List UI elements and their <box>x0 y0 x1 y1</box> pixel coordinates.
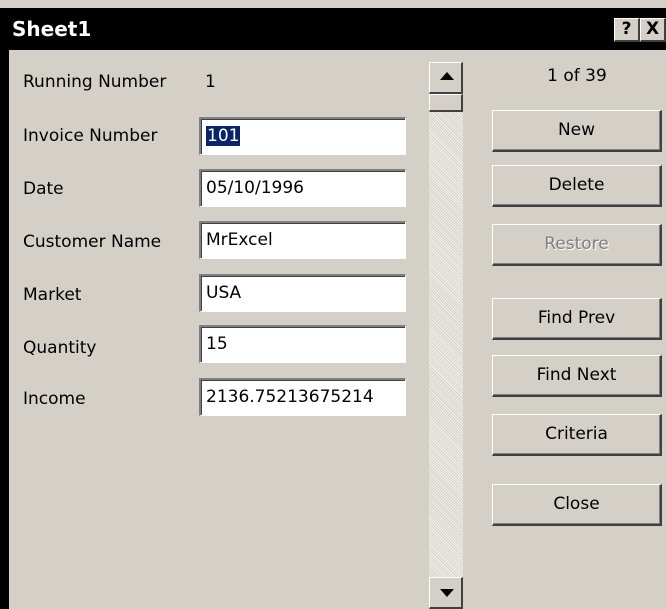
invoice-number-value: 101 <box>206 126 241 146</box>
new-button[interactable]: New <box>492 110 662 152</box>
market-label: Market <box>23 285 82 305</box>
scroll-thumb[interactable] <box>429 94 463 112</box>
invoice-number-field[interactable]: 101 <box>199 117 406 155</box>
data-form-dialog: Sheet1 ? X Running Number 1 Invoice Numb… <box>0 0 666 609</box>
delete-button[interactable]: Delete <box>492 165 662 207</box>
title-bar: Sheet1 ? X <box>0 8 666 50</box>
income-label: Income <box>23 389 86 409</box>
quantity-field[interactable]: 15 <box>199 325 406 363</box>
date-label: Date <box>23 179 64 199</box>
find-prev-button[interactable]: Find Prev <box>492 298 662 340</box>
record-position: 1 of 39 <box>547 66 607 86</box>
restore-button[interactable]: Restore <box>492 224 662 266</box>
help-button[interactable]: ? <box>614 18 640 42</box>
window-title: Sheet1 <box>12 17 92 41</box>
invoice-number-label: Invoice Number <box>23 126 158 146</box>
scroll-down-button[interactable] <box>429 577 463 609</box>
quantity-label: Quantity <box>23 338 97 358</box>
date-field[interactable]: 05/10/1996 <box>199 169 406 207</box>
customer-name-field[interactable]: MrExcel <box>199 221 406 259</box>
window-frame-left <box>0 50 9 609</box>
up-arrow-icon <box>440 72 454 80</box>
scroll-up-button[interactable] <box>429 62 463 94</box>
find-next-button[interactable]: Find Next <box>492 355 662 397</box>
down-arrow-icon <box>440 589 454 597</box>
criteria-button[interactable]: Criteria <box>492 414 662 456</box>
income-field[interactable]: 2136.75213675214 <box>199 378 406 416</box>
close-window-button[interactable]: X <box>640 18 666 42</box>
market-field[interactable]: USA <box>199 274 406 312</box>
customer-name-label: Customer Name <box>23 232 162 252</box>
close-button[interactable]: Close <box>492 484 662 526</box>
record-scrollbar[interactable] <box>429 62 463 609</box>
running-number-label: Running Number <box>23 72 167 92</box>
running-number-value: 1 <box>205 72 216 92</box>
